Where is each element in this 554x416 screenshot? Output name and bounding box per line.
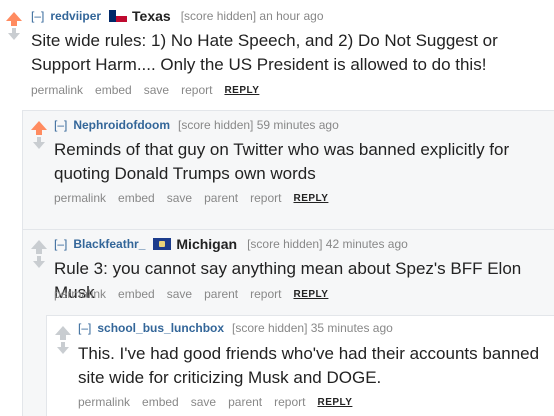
comment-body: Reminds of that guy on Twitter who was b… (54, 140, 510, 183)
michigan-flag-icon (153, 238, 172, 250)
upvote-arrow-icon[interactable] (31, 121, 47, 135)
save-link[interactable]: save (191, 395, 216, 409)
comment-body: This. I've had good friends who've had t… (78, 344, 540, 387)
user-flair: Michigan (153, 236, 237, 252)
comment-buttons: permalink embed save parent report REPLY (54, 191, 328, 205)
vote-controls (31, 121, 47, 149)
embed-link[interactable]: embed (118, 191, 155, 205)
texas-flag-icon (109, 10, 128, 22)
embed-link[interactable]: embed (142, 395, 179, 409)
collapse-toggle[interactable]: [–] (54, 118, 67, 132)
upvote-arrow-icon[interactable] (55, 326, 71, 340)
report-link[interactable]: report (274, 395, 305, 409)
reply-link[interactable]: REPLY (317, 397, 352, 408)
parent-link[interactable]: parent (228, 395, 262, 409)
reply-link[interactable]: REPLY (293, 289, 328, 300)
downvote-arrow-icon[interactable] (57, 342, 69, 354)
user-flair: Texas (109, 8, 171, 24)
score-timestamp: [score hidden] 42 minutes ago (247, 237, 408, 251)
author-link[interactable]: school_bus_lunchbox (97, 321, 224, 335)
score-timestamp: [score hidden] an hour ago (180, 9, 324, 23)
comment-tagline: [–] Blackfeathr_ Michigan [score hidden]… (54, 236, 408, 252)
comment-school-bus-lunchbox: [–] school_bus_lunchbox [score hidden] 3… (46, 315, 554, 416)
report-link[interactable]: report (250, 191, 281, 205)
score-timestamp: [score hidden] 59 minutes ago (178, 118, 339, 132)
downvote-arrow-icon[interactable] (33, 256, 45, 268)
collapse-toggle[interactable]: [–] (54, 237, 67, 251)
score-timestamp: [score hidden] 35 minutes ago (232, 321, 393, 335)
parent-link[interactable]: parent (204, 191, 238, 205)
author-link[interactable]: Blackfeathr_ (73, 237, 145, 251)
downvote-arrow-icon[interactable] (8, 28, 20, 40)
report-link[interactable]: report (181, 83, 212, 97)
permalink-link[interactable]: permalink (54, 191, 106, 205)
save-link[interactable]: save (167, 191, 192, 205)
collapse-toggle[interactable]: [–] (78, 321, 91, 335)
comment-tagline: [–] redviiper Texas [score hidden] an ho… (31, 8, 324, 24)
save-link[interactable]: save (144, 83, 169, 97)
permalink-link[interactable]: permalink (31, 83, 83, 97)
reply-link[interactable]: REPLY (293, 193, 328, 204)
upvote-arrow-icon[interactable] (31, 240, 47, 254)
permalink-link[interactable]: permalink (54, 287, 106, 301)
flair-text: Texas (132, 8, 171, 24)
downvote-arrow-icon[interactable] (33, 137, 45, 149)
vote-controls (31, 240, 47, 268)
comment-buttons: permalink embed save parent report REPLY (78, 395, 352, 409)
embed-link[interactable]: embed (95, 83, 132, 97)
vote-controls (55, 326, 71, 354)
save-link[interactable]: save (167, 287, 192, 301)
comment-buttons: permalink embed save report REPLY (31, 83, 259, 97)
comment-tagline: [–] school_bus_lunchbox [score hidden] 3… (78, 321, 393, 335)
comment-buttons: permalink embed save parent report REPLY (54, 287, 328, 301)
author-link[interactable]: Nephroidofdoom (73, 118, 170, 132)
comment-body: Site wide rules: 1) No Hate Speech, and … (31, 31, 498, 74)
author-link[interactable]: redviiper (50, 9, 101, 23)
comment-tagline: [–] Nephroidofdoom [score hidden] 59 min… (54, 118, 339, 132)
reply-link[interactable]: REPLY (224, 85, 259, 96)
report-link[interactable]: report (250, 287, 281, 301)
flair-text: Michigan (176, 236, 238, 252)
upvote-arrow-icon[interactable] (6, 12, 22, 26)
parent-link[interactable]: parent (204, 287, 238, 301)
collapse-toggle[interactable]: [–] (31, 9, 44, 23)
permalink-link[interactable]: permalink (78, 395, 130, 409)
vote-controls (6, 12, 22, 40)
embed-link[interactable]: embed (118, 287, 155, 301)
